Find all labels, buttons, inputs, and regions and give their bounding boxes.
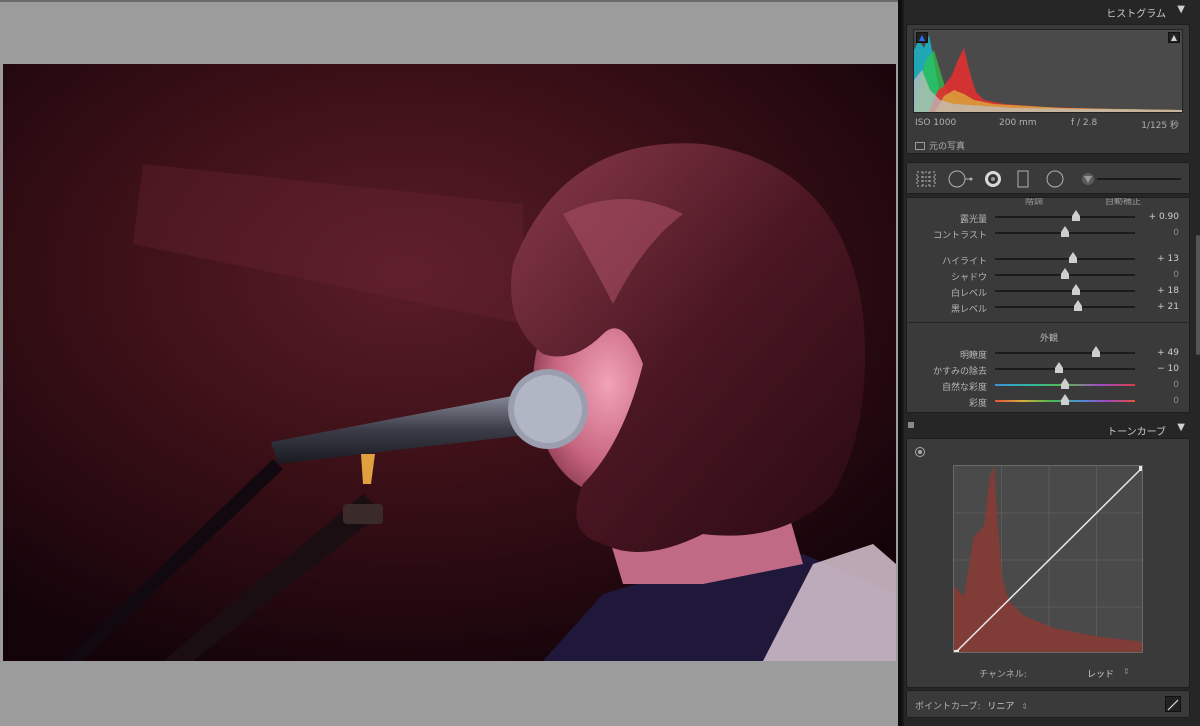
- slider-label: 自然な彩度: [941, 383, 987, 393]
- point-curve-label: ポイントカーブ:: [915, 702, 981, 712]
- slider-track[interactable]: [995, 352, 1135, 354]
- slider-label: ハイライト: [942, 257, 987, 267]
- slider-row[interactable]: 白レベル + 18: [907, 284, 1189, 299]
- slider-value[interactable]: + 21: [1157, 302, 1179, 312]
- updown-icon: ⇕: [1021, 702, 1028, 711]
- histogram-graph: ▲ ▲: [913, 29, 1183, 113]
- slider-label: かすみの除去: [932, 367, 987, 377]
- slider-label: 彩度: [968, 399, 987, 409]
- slider-value[interactable]: + 13: [1157, 254, 1179, 264]
- point-curve-selector[interactable]: ポイントカーブ: リニア ⇕: [915, 699, 1028, 712]
- slider-row[interactable]: シャドウ 0: [907, 268, 1189, 283]
- channel-label: チャンネル:: [979, 670, 1027, 680]
- highlight-clipping-button[interactable]: ▲: [1168, 32, 1180, 43]
- point-curve-panel: ポイントカーブ: リニア ⇕: [906, 690, 1190, 718]
- presence-title: 外観: [1039, 334, 1058, 344]
- slider-track[interactable]: [995, 306, 1135, 308]
- panel-scrollbar[interactable]: [1196, 235, 1200, 355]
- crop-grid-icon[interactable]: [915, 170, 937, 188]
- tone-label: 階調: [1025, 197, 1044, 207]
- red-eye-icon[interactable]: [983, 170, 1003, 188]
- checkbox-icon[interactable]: [915, 142, 925, 150]
- auto-tone-button[interactable]: 自動補正: [1105, 198, 1141, 207]
- slider-value[interactable]: 0: [1173, 228, 1179, 238]
- slider-value[interactable]: + 18: [1157, 286, 1179, 296]
- develop-panel: ヒストグラム ▼ ▲ ▲ ISO 1000 200 mm f / 2.8 1/1…: [902, 0, 1200, 726]
- slider-label: 白レベル: [950, 289, 987, 299]
- slider-value[interactable]: 0: [1173, 270, 1179, 280]
- slider-row[interactable]: 彩度 0: [907, 394, 1189, 409]
- slider-label: 明瞭度: [959, 351, 987, 361]
- channel-value[interactable]: レッド: [1087, 667, 1114, 680]
- slider-row[interactable]: ハイライト + 13: [907, 252, 1189, 267]
- panel-edge: [902, 0, 904, 726]
- histogram-header[interactable]: ヒストグラム ▼: [902, 0, 1194, 22]
- slider-row[interactable]: 黒レベル + 21: [907, 300, 1189, 315]
- slider-row[interactable]: コントラスト 0: [907, 226, 1189, 241]
- graduated-filter-icon[interactable]: [1017, 170, 1029, 188]
- panel-switch-icon[interactable]: [908, 422, 914, 428]
- slider-label: 黒レベル: [950, 305, 987, 315]
- slider-label: シャドウ: [950, 273, 987, 283]
- updown-icon: ⇕: [1123, 667, 1130, 676]
- shadow-clipping-button[interactable]: ▲: [916, 32, 928, 43]
- photo-preview[interactable]: [3, 64, 896, 661]
- slider-row[interactable]: 自然な彩度 0: [907, 378, 1189, 393]
- original-photo-label: 元の写真: [929, 142, 966, 152]
- edit-point-curve-button[interactable]: [1165, 696, 1181, 712]
- focal-length: 200 mm: [999, 118, 1037, 128]
- curve-edit-icon: [1167, 699, 1179, 711]
- point-curve-value[interactable]: リニア: [987, 702, 1014, 712]
- slider-track[interactable]: [995, 216, 1135, 218]
- slider-track[interactable]: [995, 258, 1135, 260]
- histogram-title: ヒストグラム: [1106, 9, 1166, 20]
- adjustment-brush-icon[interactable]: [1079, 170, 1183, 188]
- slider-row[interactable]: 明瞭度 + 49: [907, 346, 1189, 361]
- iso-value: ISO 1000: [915, 118, 957, 128]
- histogram-panel: ▲ ▲ ISO 1000 200 mm f / 2.8 1/125 秒 元の写真: [906, 24, 1190, 154]
- photo-canvas[interactable]: [0, 0, 898, 726]
- slider-value[interactable]: − 10: [1157, 364, 1179, 374]
- tonecurve-header[interactable]: トーンカーブ ▼: [902, 418, 1194, 440]
- target-adjust-icon[interactable]: [915, 447, 925, 457]
- curve-plot: [954, 466, 1142, 652]
- slider-track[interactable]: [995, 368, 1135, 370]
- group-separator: [907, 322, 1189, 323]
- shutter-speed: 1/125 秒: [1141, 121, 1179, 131]
- spot-removal-icon[interactable]: [947, 170, 973, 188]
- collapse-icon[interactable]: ▼: [1177, 4, 1185, 15]
- slider-label: コントラスト: [933, 231, 987, 241]
- slider-track[interactable]: [995, 290, 1135, 292]
- tonecurve-panel: チャンネル: レッド ⇕: [906, 438, 1190, 688]
- slider-value[interactable]: + 49: [1157, 348, 1179, 358]
- slider-label: 露光量: [959, 215, 987, 225]
- slider-value[interactable]: 0: [1173, 396, 1179, 406]
- slider-row[interactable]: 露光量 + 0.90: [907, 210, 1189, 225]
- concert-photo: [3, 64, 896, 661]
- slider-value[interactable]: + 0.90: [1149, 212, 1179, 222]
- radial-filter-icon[interactable]: [1045, 170, 1065, 188]
- tool-strip: [906, 162, 1190, 194]
- collapse-icon[interactable]: ▼: [1177, 422, 1185, 433]
- slider-value[interactable]: 0: [1173, 380, 1179, 390]
- curve-graph[interactable]: [953, 465, 1143, 653]
- slider-row[interactable]: かすみの除去 − 10: [907, 362, 1189, 377]
- histogram-plot: [914, 35, 1182, 112]
- tonecurve-title: トーンカーブ: [1107, 427, 1166, 438]
- basic-panel: 階調 自動補正 露光量 + 0.90 コントラスト 0 ハイライト + 13 シャドウ 0 白レ…: [906, 197, 1190, 413]
- original-photo-toggle[interactable]: 元の写真: [915, 139, 965, 152]
- aperture: f / 2.8: [1071, 118, 1098, 128]
